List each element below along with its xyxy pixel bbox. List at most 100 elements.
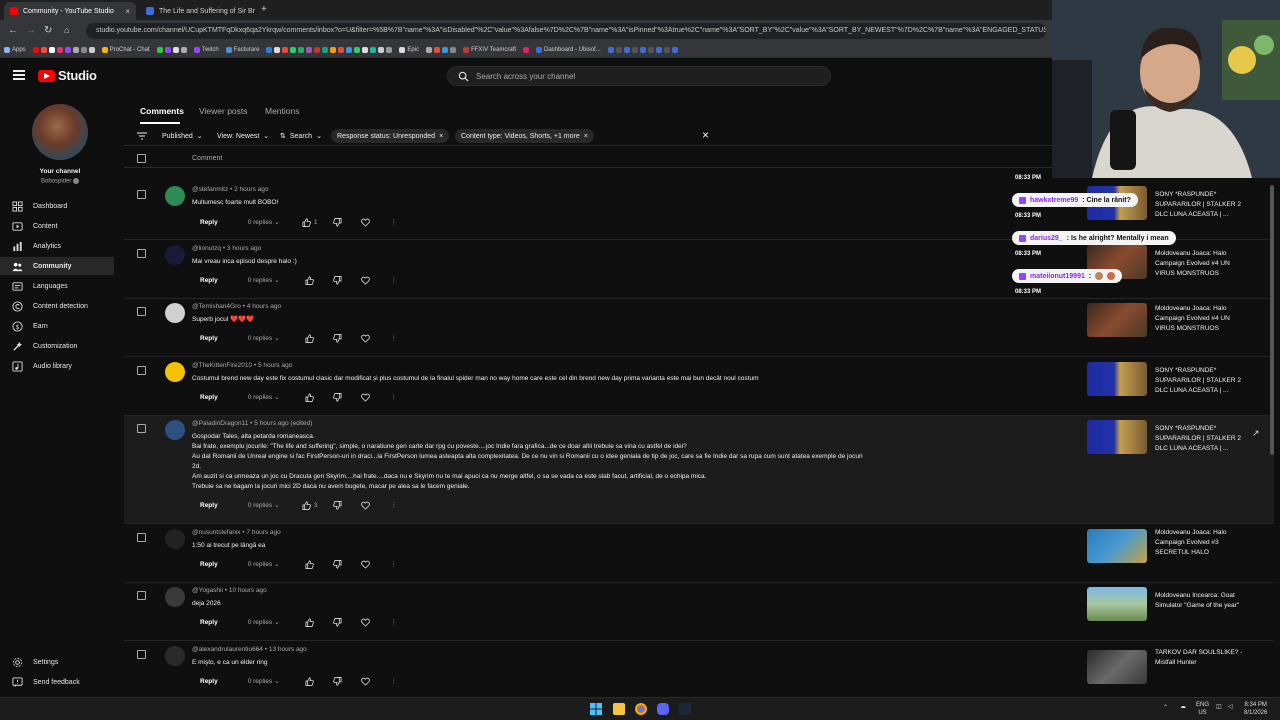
close-tab-icon[interactable]: × — [125, 7, 130, 16]
commenter-avatar[interactable] — [165, 587, 185, 607]
menu-icon[interactable] — [13, 70, 25, 80]
bookmark-apps[interactable]: Apps — [4, 46, 26, 53]
like-button[interactable] — [296, 617, 324, 627]
video-title[interactable]: SONY *RASPUNDE* SUPARARILOR | STALKER 2 … — [1155, 424, 1245, 454]
more-options-icon[interactable]: ⋮ — [380, 677, 408, 685]
commenter-avatar[interactable] — [165, 303, 185, 323]
like-button[interactable] — [296, 392, 324, 402]
comment-checkbox[interactable] — [137, 190, 146, 199]
video-thumbnail[interactable] — [1087, 650, 1147, 684]
channel-search-input[interactable]: Search across your channel — [447, 66, 831, 86]
more-options-icon[interactable]: ⋮ — [380, 393, 408, 401]
comment-author[interactable]: @Yogashii — [192, 587, 223, 594]
tab-viewer-posts[interactable]: Viewer posts — [199, 106, 248, 116]
forward-arrow-icon[interactable]: → — [26, 25, 36, 36]
network-icon[interactable]: ◫ — [1216, 703, 1222, 711]
reply-button[interactable]: Reply — [192, 217, 226, 228]
comment-author[interactable]: @alexandrulaurentiu664 — [192, 646, 263, 653]
comment-author[interactable]: @Temishan4Gro — [192, 303, 241, 310]
commenter-avatar[interactable] — [165, 362, 185, 382]
new-tab-button[interactable]: + — [261, 4, 267, 15]
windows-start-icon[interactable] — [590, 703, 602, 715]
like-button[interactable]: 3 — [296, 500, 324, 510]
comment-author[interactable]: @TheKittenFire2010 — [192, 362, 252, 369]
clock[interactable]: 8:34 PM 8/1/2026 — [1244, 701, 1267, 717]
dislike-button[interactable] — [324, 617, 352, 627]
commenter-avatar[interactable] — [165, 529, 185, 549]
steam-icon[interactable] — [679, 703, 691, 715]
comment-author[interactable]: @nusuntstefanix — [192, 529, 241, 536]
comment-checkbox[interactable] — [137, 307, 146, 316]
heart-button[interactable] — [352, 501, 380, 510]
dislike-button[interactable] — [324, 676, 352, 686]
replies-dropdown[interactable]: 0 replies ⌄ — [248, 276, 296, 284]
heart-button[interactable] — [352, 560, 380, 569]
sidebar-item-settings[interactable]: Settings — [0, 653, 120, 671]
heart-button[interactable] — [352, 677, 380, 686]
select-all-checkbox[interactable] — [137, 154, 146, 163]
reply-button[interactable]: Reply — [192, 275, 226, 286]
comment-time[interactable]: 2 hours ago — [234, 186, 268, 193]
comment-author[interactable]: @stefanmitz — [192, 186, 228, 193]
bookmark-facturare[interactable]: Facturare — [225, 46, 259, 53]
comment-author[interactable]: @lionutzq — [192, 245, 221, 252]
more-options-icon[interactable]: ⋮ — [380, 334, 408, 342]
language-indicator[interactable]: ENG US — [1196, 701, 1209, 717]
dislike-button[interactable] — [324, 333, 352, 343]
dislike-button[interactable] — [324, 275, 352, 285]
comment-checkbox[interactable] — [137, 366, 146, 375]
tab-comments[interactable]: Comments — [140, 106, 184, 116]
video-title[interactable]: Moldoveanu Incearca: Goat Simulator "Gam… — [1155, 591, 1245, 611]
video-title[interactable]: Moldoveanu Joaca: Halo Campaign Evolved … — [1155, 304, 1245, 334]
sidebar-item-customization[interactable]: Customization — [0, 337, 120, 355]
clear-filters-close-icon[interactable]: × — [702, 128, 709, 142]
tray-chevron-icon[interactable]: ⌃ — [1163, 704, 1168, 712]
replies-dropdown[interactable]: 0 replies ⌄ — [248, 218, 296, 226]
filter-icon[interactable] — [137, 131, 147, 141]
comment-time[interactable]: 4 hours ago — [247, 303, 281, 310]
commenter-avatar[interactable] — [165, 245, 185, 265]
home-icon[interactable]: ⌂ — [64, 25, 69, 35]
file-explorer-icon[interactable] — [613, 703, 625, 715]
sidebar-item-community[interactable]: Community — [0, 257, 114, 275]
browser-tab-game[interactable]: The Life and Suffering of Sir Br × — [140, 2, 256, 20]
tray-cloud-icon[interactable]: ☁ — [1180, 703, 1186, 711]
open-external-icon[interactable]: ↗ — [1252, 428, 1260, 439]
dislike-button[interactable] — [324, 217, 352, 227]
more-options-icon[interactable]: ⋮ — [380, 560, 408, 568]
sidebar-item-earn[interactable]: $ Earn — [0, 317, 120, 335]
chrome-icon[interactable] — [635, 703, 647, 715]
dislike-button[interactable] — [324, 500, 352, 510]
replies-dropdown[interactable]: 0 replies ⌄ — [248, 618, 296, 626]
comment-checkbox[interactable] — [137, 533, 146, 542]
reply-button[interactable]: Reply — [192, 333, 226, 344]
bookmark-epic[interactable]: Epic — [399, 46, 419, 53]
reply-button[interactable]: Reply — [192, 500, 226, 511]
comment-checkbox[interactable] — [137, 650, 146, 659]
commenter-avatar[interactable] — [165, 186, 185, 206]
back-arrow-icon[interactable]: ← — [8, 25, 18, 36]
sidebar-item-dashboard[interactable]: Dashboard — [0, 197, 120, 215]
more-options-icon[interactable]: ⋮ — [380, 276, 408, 284]
more-options-icon[interactable]: ⋮ — [380, 218, 408, 226]
replies-dropdown[interactable]: 0 replies ⌄ — [248, 677, 296, 685]
like-button[interactable] — [296, 333, 324, 343]
bookmark-ffxiv[interactable]: FFXIV Teamcraft — [463, 46, 516, 53]
view-sort-chip[interactable]: View: Newest ⌄ — [211, 129, 275, 143]
dislike-button[interactable] — [324, 392, 352, 402]
video-title[interactable]: Moldoveanu Joaca: Halo Campaign Evolved … — [1155, 249, 1245, 279]
video-title[interactable]: SONY *RASPUNDE* SUPARARILOR | STALKER 2 … — [1155, 366, 1245, 396]
comment-author[interactable]: @PaladinDragon11 — [192, 420, 248, 427]
video-thumbnail[interactable] — [1087, 303, 1147, 337]
heart-button[interactable] — [352, 334, 380, 343]
video-thumbnail[interactable] — [1087, 587, 1147, 621]
video-thumbnail[interactable] — [1087, 420, 1147, 454]
sidebar-item-analytics[interactable]: Analytics — [0, 237, 120, 255]
comment-time[interactable]: 5 hours ago — [258, 362, 292, 369]
commenter-avatar[interactable] — [165, 646, 185, 666]
search-filter-chip[interactable]: ⇅ Search ⌄ — [274, 129, 328, 143]
replies-dropdown[interactable]: 0 replies ⌄ — [248, 560, 296, 568]
volume-icon[interactable]: ◁ — [1228, 703, 1233, 711]
commenter-avatar[interactable] — [165, 420, 185, 440]
sidebar-item-content-detection[interactable]: Content detection — [0, 297, 120, 315]
